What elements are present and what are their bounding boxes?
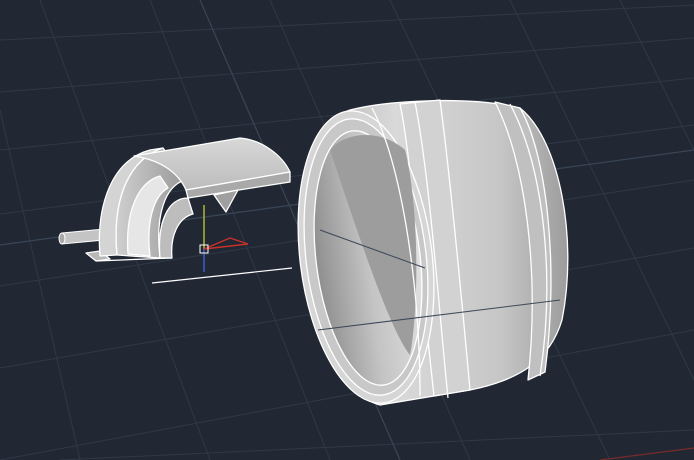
model-viewport[interactable] [0,0,694,460]
ring-part[interactable] [283,99,569,411]
bracket-part[interactable] [85,137,291,262]
construction-line [151,267,293,284]
pin-part[interactable] [58,228,105,245]
world-x-axis [599,447,694,460]
ucs-axis-icon [199,205,249,272]
viewport-canvas[interactable] [0,0,694,460]
